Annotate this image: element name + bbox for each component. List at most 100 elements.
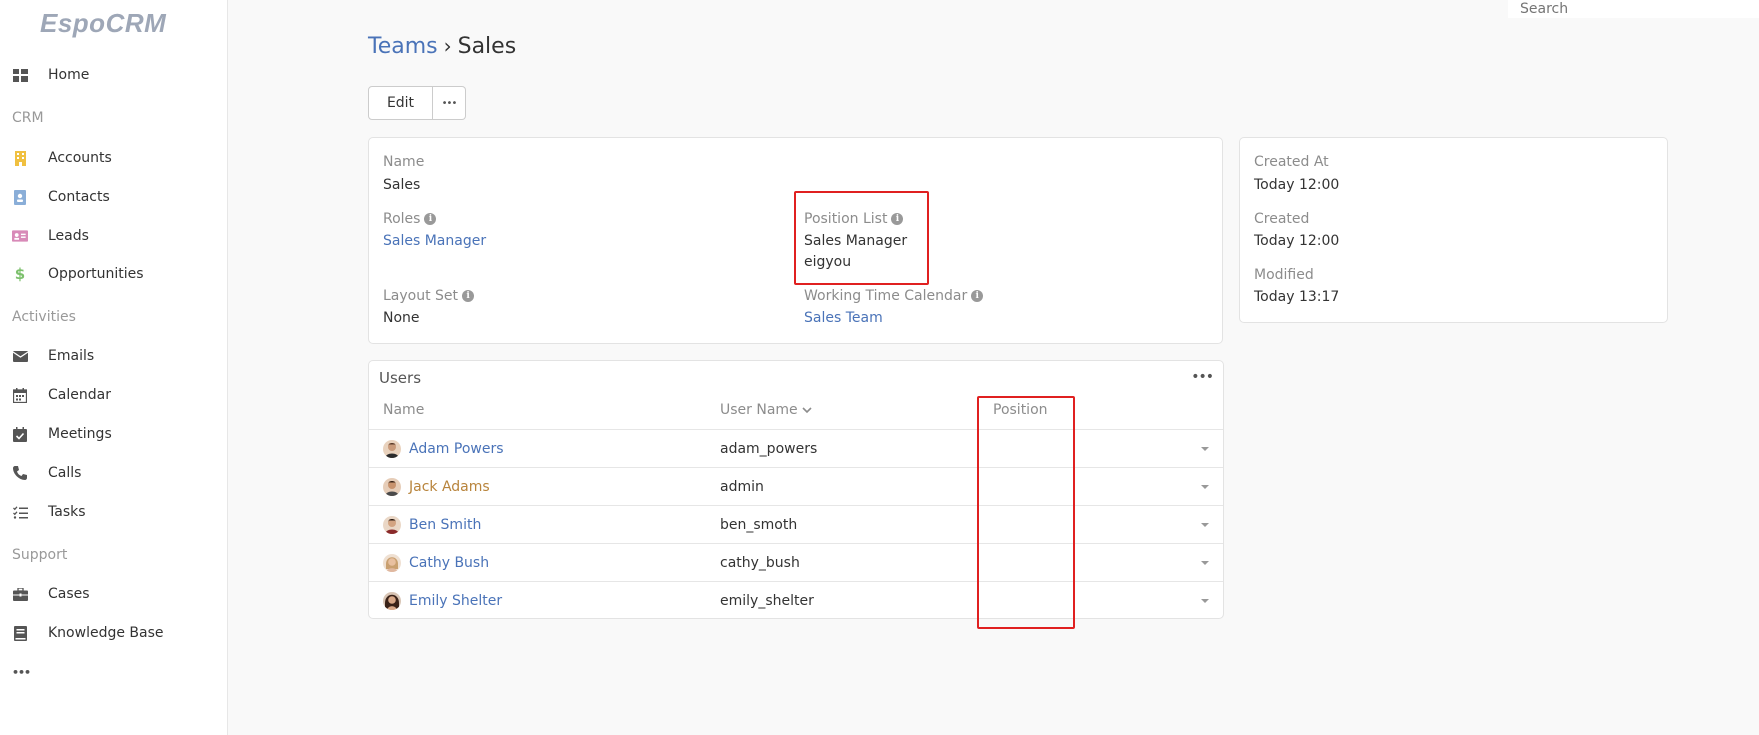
more-actions-button[interactable]: •••: [433, 86, 466, 120]
avatar: [383, 440, 401, 458]
info-icon[interactable]: i: [462, 290, 475, 302]
modified-value: Today 13:17: [1254, 289, 1340, 305]
user-name-cell: Adam Powers: [383, 430, 504, 468]
layout-set-value: None: [383, 310, 420, 326]
user-name-cell: Emily Shelter: [383, 582, 502, 620]
sidebar-item-label: Meetings: [48, 426, 112, 442]
sidebar-item-contacts[interactable]: Contacts: [0, 179, 228, 215]
username-cell: ben_smoth: [720, 517, 798, 533]
sidebar-group-support: Support: [12, 547, 68, 563]
table-row: Ben Smith ben_smoth: [369, 505, 1223, 543]
roles-value-link[interactable]: Sales Manager: [383, 233, 486, 249]
dollar-icon: $: [14, 265, 26, 283]
created-at-value: Today 12:00: [1254, 177, 1340, 193]
row-actions-dropdown[interactable]: [1201, 544, 1209, 582]
espocrm-logo[interactable]: EspoCRM: [40, 8, 166, 39]
sidebar-item-tasks[interactable]: Tasks: [0, 494, 228, 530]
user-name-cell: Jack Adams: [383, 468, 490, 506]
sidebar-item-label: Knowledge Base: [48, 625, 164, 641]
logo-text: EspoCRM: [40, 8, 167, 38]
sidebar-item-label: Contacts: [48, 189, 110, 205]
calendar-icon: [12, 387, 28, 403]
caret-down-icon: [1201, 599, 1209, 603]
sidebar-more-button[interactable]: •••: [0, 654, 228, 690]
username-cell: emily_shelter: [720, 593, 814, 609]
contact-card-icon: [12, 189, 28, 205]
envelope-icon: [12, 348, 28, 364]
modified-label: Modified: [1254, 267, 1314, 283]
sidebar-item-leads[interactable]: Leads: [0, 218, 228, 254]
sidebar-item-accounts[interactable]: Accounts: [0, 140, 228, 176]
name-value: Sales: [383, 177, 421, 193]
sidebar-item-meetings[interactable]: Meetings: [0, 416, 228, 452]
sidebar-item-label: Tasks: [48, 504, 86, 520]
sidebar-item-opportunities[interactable]: $ Opportunities: [0, 256, 228, 292]
info-icon[interactable]: i: [971, 290, 984, 302]
caret-down-icon: [1201, 485, 1209, 489]
created-label: Created: [1254, 211, 1310, 227]
users-panel-menu-button[interactable]: •••: [1191, 369, 1214, 385]
breadcrumb-separator: ›: [443, 34, 452, 58]
column-header-user-name[interactable]: User Name: [720, 402, 813, 418]
sidebar: EspoCRM Home CRM Accounts Contacts Leads…: [0, 0, 228, 735]
row-actions-dropdown[interactable]: [1201, 506, 1209, 544]
created-value: Today 12:00: [1254, 233, 1340, 249]
user-link[interactable]: Cathy Bush: [409, 555, 489, 571]
layout-set-label: Layout Set i: [383, 288, 475, 304]
caret-down-icon: [1201, 561, 1209, 565]
sidebar-item-calls[interactable]: Calls: [0, 455, 228, 491]
record-actions: Edit •••: [368, 86, 466, 120]
roles-label-text: Roles: [383, 211, 421, 227]
position-column-highlight-box: [977, 396, 1075, 629]
position-list-highlight-box: [794, 191, 929, 285]
user-link[interactable]: Jack Adams: [409, 479, 490, 495]
info-icon[interactable]: i: [424, 213, 437, 225]
username-cell: admin: [720, 479, 764, 495]
column-header-user-name-text: User Name: [720, 402, 798, 418]
sidebar-item-knowledge-base[interactable]: Knowledge Base: [0, 615, 228, 651]
more-icon: •••: [441, 97, 458, 109]
user-link[interactable]: Adam Powers: [409, 441, 504, 457]
avatar: [383, 478, 401, 496]
calendar-check-icon: [12, 426, 28, 442]
sidebar-item-cases[interactable]: Cases: [0, 576, 228, 612]
more-icon: •••: [12, 665, 31, 679]
table-row: Cathy Bush cathy_bush: [369, 543, 1223, 581]
user-link[interactable]: Emily Shelter: [409, 593, 502, 609]
caret-down-icon: [1201, 447, 1209, 451]
sidebar-item-emails[interactable]: Emails: [0, 338, 228, 374]
sidebar-group-crm: CRM: [12, 110, 44, 126]
working-time-calendar-link[interactable]: Sales Team: [804, 310, 883, 326]
working-time-calendar-label-text: Working Time Calendar: [804, 288, 968, 304]
book-icon: [12, 625, 28, 641]
sidebar-item-calendar[interactable]: Calendar: [0, 377, 228, 413]
username-cell: adam_powers: [720, 441, 818, 457]
page-title: Sales: [457, 34, 517, 59]
created-at-label: Created At: [1254, 154, 1329, 170]
sidebar-item-label: Opportunities: [48, 266, 144, 282]
phone-icon: [12, 465, 28, 481]
name-label: Name: [383, 154, 425, 170]
avatar: [383, 554, 401, 572]
row-actions-dropdown[interactable]: [1201, 430, 1209, 468]
users-panel: Users ••• Name User Name Position Adam P…: [368, 360, 1224, 619]
row-actions-dropdown[interactable]: [1201, 582, 1209, 620]
roles-label: Roles i: [383, 211, 437, 227]
sidebar-item-home[interactable]: Home: [0, 57, 228, 93]
row-actions-dropdown[interactable]: [1201, 468, 1209, 506]
user-name-cell: Cathy Bush: [383, 544, 489, 582]
column-header-name[interactable]: Name: [383, 402, 424, 418]
table-row: Adam Powers adam_powers: [369, 429, 1223, 467]
working-time-calendar-label: Working Time Calendar i: [804, 288, 984, 304]
breadcrumb-teams-link[interactable]: Teams: [368, 34, 438, 59]
breadcrumb: Teams › Sales: [368, 34, 516, 59]
sidebar-item-label: Home: [48, 67, 90, 83]
sidebar-item-label: Accounts: [48, 150, 112, 166]
global-search-input[interactable]: [1508, 0, 1759, 18]
user-link[interactable]: Ben Smith: [409, 517, 481, 533]
briefcase-icon: [12, 586, 28, 602]
edit-button[interactable]: Edit: [368, 86, 433, 120]
dashboard-icon: [12, 67, 28, 83]
sidebar-item-label: Leads: [48, 228, 89, 244]
sidebar-item-label: Calendar: [48, 387, 111, 403]
